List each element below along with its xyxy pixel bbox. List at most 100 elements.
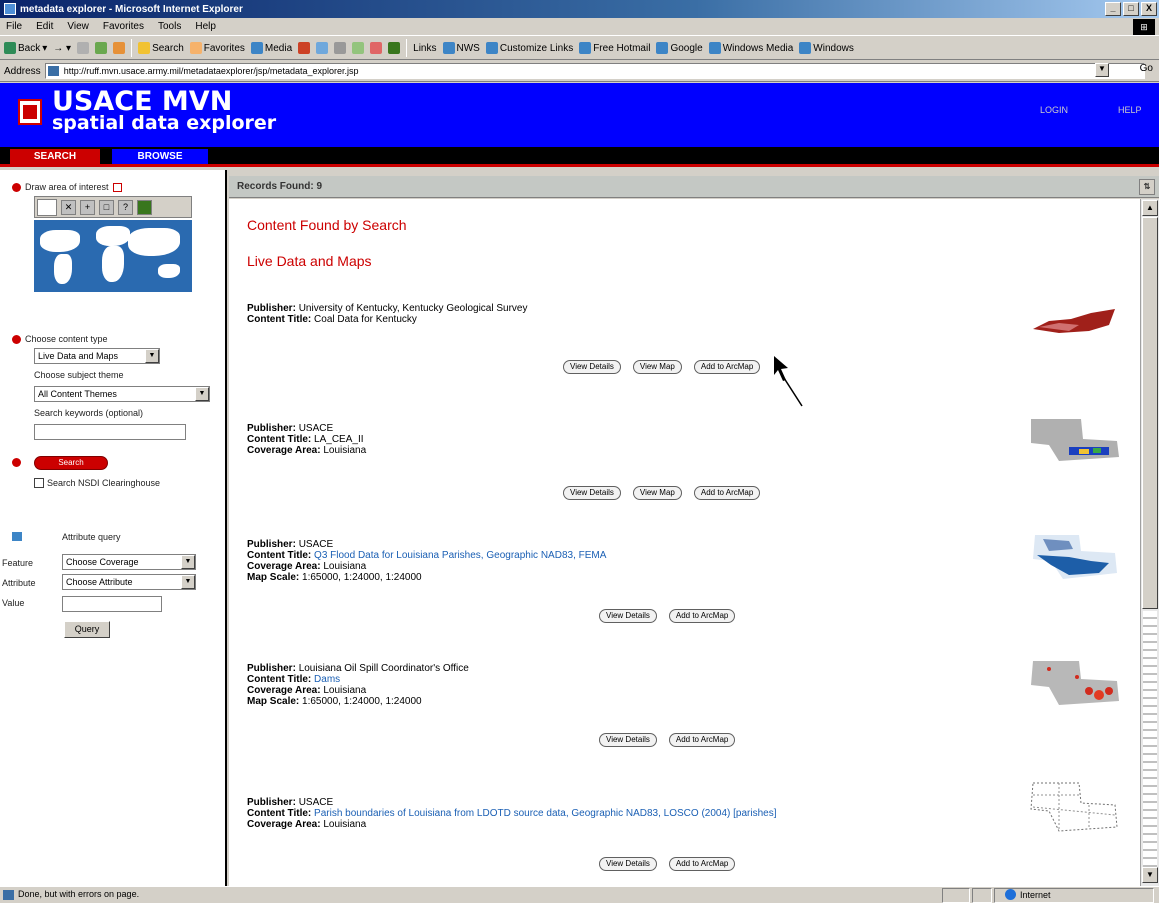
clear-extent-icon[interactable] bbox=[112, 182, 122, 192]
globe-icon[interactable] bbox=[137, 199, 152, 215]
full-extent-icon[interactable]: □ bbox=[99, 199, 114, 215]
view-details-button[interactable]: View Details bbox=[599, 609, 657, 623]
map-landmass bbox=[158, 264, 180, 278]
attribute-query-title: Attribute query bbox=[62, 532, 121, 542]
add-to-arcmap-button[interactable]: Add to ArcMap bbox=[668, 609, 736, 623]
print-icon[interactable] bbox=[334, 42, 347, 54]
clearinghouse-option: Search NSDI Clearinghouse bbox=[34, 478, 160, 488]
add-to-arcmap-button[interactable]: Add to ArcMap bbox=[668, 857, 736, 871]
value-input[interactable] bbox=[62, 596, 162, 612]
view-map-button[interactable]: View Map bbox=[632, 486, 682, 500]
address-input[interactable]: http://ruff.mvn.usace.army.mil/metadatae… bbox=[44, 63, 1145, 79]
view-map-button[interactable]: View Map bbox=[632, 360, 682, 374]
help-link[interactable]: HELP bbox=[1118, 105, 1142, 115]
view-details-button[interactable]: View Details bbox=[563, 360, 621, 374]
query-button[interactable]: Query bbox=[64, 621, 110, 638]
step-1-bullet-icon bbox=[12, 182, 21, 192]
media-button[interactable]: Media bbox=[250, 42, 292, 54]
view-details-button[interactable]: View Details bbox=[599, 857, 657, 871]
flood-data-thumbnail[interactable] bbox=[1029, 531, 1121, 581]
link-icon bbox=[656, 42, 669, 54]
window-title: metadata explorer - Microsoft Internet E… bbox=[20, 3, 243, 15]
warning-page-icon[interactable] bbox=[3, 890, 14, 900]
search-button[interactable]: Search bbox=[34, 456, 108, 470]
discuss-icon[interactable] bbox=[370, 42, 383, 54]
view-details-button[interactable]: View Details bbox=[563, 486, 621, 500]
keyword-input[interactable] bbox=[34, 424, 186, 440]
view-details-button[interactable]: View Details bbox=[599, 733, 657, 747]
pan-icon[interactable]: ✕ bbox=[61, 199, 76, 215]
link-google[interactable]: Google bbox=[656, 42, 703, 54]
identify-icon[interactable]: ? bbox=[118, 199, 133, 215]
subject-select[interactable]: All Content Themes ▼ bbox=[34, 386, 210, 402]
zoom-in-icon[interactable]: + bbox=[80, 199, 95, 215]
forward-button[interactable]: → ▾ bbox=[53, 43, 71, 54]
parish-boundaries-thumbnail[interactable] bbox=[1029, 779, 1121, 835]
link-hotmail[interactable]: Free Hotmail bbox=[579, 42, 650, 54]
chevron-down-icon: ▼ bbox=[181, 575, 195, 589]
feature-select[interactable]: Choose Coverage ▼ bbox=[62, 554, 196, 570]
add-to-arcmap-button[interactable]: Add to ArcMap bbox=[668, 733, 736, 747]
result-coverage: Louisiana bbox=[323, 561, 367, 572]
edit-icon[interactable] bbox=[352, 42, 365, 54]
address-dropdown-icon[interactable]: ▼ bbox=[1095, 63, 1109, 77]
toolbar-separator bbox=[406, 39, 408, 57]
result-coverage: Louisiana bbox=[323, 685, 367, 696]
refresh-icon[interactable] bbox=[95, 42, 108, 54]
link-customize[interactable]: Customize Links bbox=[485, 42, 573, 54]
history-icon[interactable] bbox=[298, 42, 311, 54]
results-scrollbar[interactable]: ▲ ▼ bbox=[1140, 199, 1159, 886]
menu-edit[interactable]: Edit bbox=[36, 21, 53, 32]
result-coverage: Louisiana bbox=[323, 445, 367, 456]
content-type-select[interactable]: Live Data and Maps ▼ bbox=[34, 348, 160, 364]
result-title-link[interactable]: Q3 Flood Data for Louisiana Parishes, Ge… bbox=[314, 550, 606, 561]
scroll-up-icon[interactable]: ▲ bbox=[1142, 200, 1158, 216]
search-button[interactable]: Search bbox=[138, 42, 184, 54]
link-windows-media[interactable]: Windows Media bbox=[708, 42, 793, 54]
favorites-button[interactable]: Favorites bbox=[189, 42, 245, 54]
menu-help[interactable]: Help bbox=[195, 21, 216, 32]
menu-view[interactable]: View bbox=[67, 21, 89, 32]
home-icon[interactable] bbox=[113, 42, 126, 54]
go-button[interactable]: Go bbox=[1140, 63, 1153, 74]
link-windows[interactable]: Windows bbox=[799, 42, 854, 54]
kentucky-thumbnail[interactable] bbox=[1029, 303, 1119, 341]
result-title-link[interactable]: Dams bbox=[314, 674, 340, 685]
scroll-thumb[interactable] bbox=[1142, 217, 1158, 609]
link-nws[interactable]: NWS bbox=[442, 42, 480, 54]
menu-favorites[interactable]: Favorites bbox=[103, 21, 144, 32]
tab-search[interactable]: SEARCH bbox=[10, 149, 100, 164]
globe-icon bbox=[1005, 889, 1016, 900]
attribute-select[interactable]: Choose Attribute ▼ bbox=[62, 574, 196, 590]
maximize-button[interactable]: □ bbox=[1123, 2, 1139, 16]
subject-label: Choose subject theme bbox=[34, 370, 124, 380]
result-scale: 1:65000, 1:24000, 1:24000 bbox=[302, 572, 422, 583]
world-overview-map[interactable] bbox=[34, 220, 192, 292]
usace-castle-logo bbox=[18, 99, 42, 125]
collapse-icon[interactable]: ⇅ bbox=[1139, 179, 1155, 195]
result-title-link[interactable]: Parish boundaries of Louisiana from LDOT… bbox=[314, 808, 776, 819]
tab-browse[interactable]: BROWSE bbox=[112, 149, 208, 164]
add-to-arcmap-button[interactable]: Add to ArcMap bbox=[693, 360, 761, 374]
result-publisher: University of Kentucky, Kentucky Geologi… bbox=[298, 303, 528, 314]
search-icon bbox=[138, 42, 151, 54]
scroll-track[interactable] bbox=[1143, 611, 1157, 867]
records-found: Records Found: 9 bbox=[237, 181, 323, 192]
mail-icon[interactable] bbox=[316, 42, 329, 54]
clearinghouse-checkbox[interactable] bbox=[34, 478, 44, 488]
minimize-button[interactable]: _ bbox=[1105, 2, 1121, 16]
result-coverage: Louisiana bbox=[323, 819, 367, 830]
scroll-down-icon[interactable]: ▼ bbox=[1142, 867, 1158, 883]
login-link[interactable]: LOGIN bbox=[1040, 105, 1068, 115]
result-item: Publisher: USACE Content Title: LA_CEA_I… bbox=[247, 423, 367, 456]
messenger-icon[interactable] bbox=[388, 42, 401, 54]
dams-thumbnail[interactable] bbox=[1029, 657, 1121, 707]
back-button[interactable]: Back ▾ bbox=[4, 42, 47, 54]
add-to-arcmap-button[interactable]: Add to ArcMap bbox=[693, 486, 761, 500]
step-2: Choose content type bbox=[12, 334, 108, 344]
menu-tools[interactable]: Tools bbox=[158, 21, 181, 32]
close-button[interactable]: X bbox=[1141, 2, 1157, 16]
menu-file[interactable]: File bbox=[6, 21, 22, 32]
stop-icon[interactable] bbox=[77, 42, 90, 54]
louisiana-thumbnail[interactable] bbox=[1029, 417, 1121, 463]
